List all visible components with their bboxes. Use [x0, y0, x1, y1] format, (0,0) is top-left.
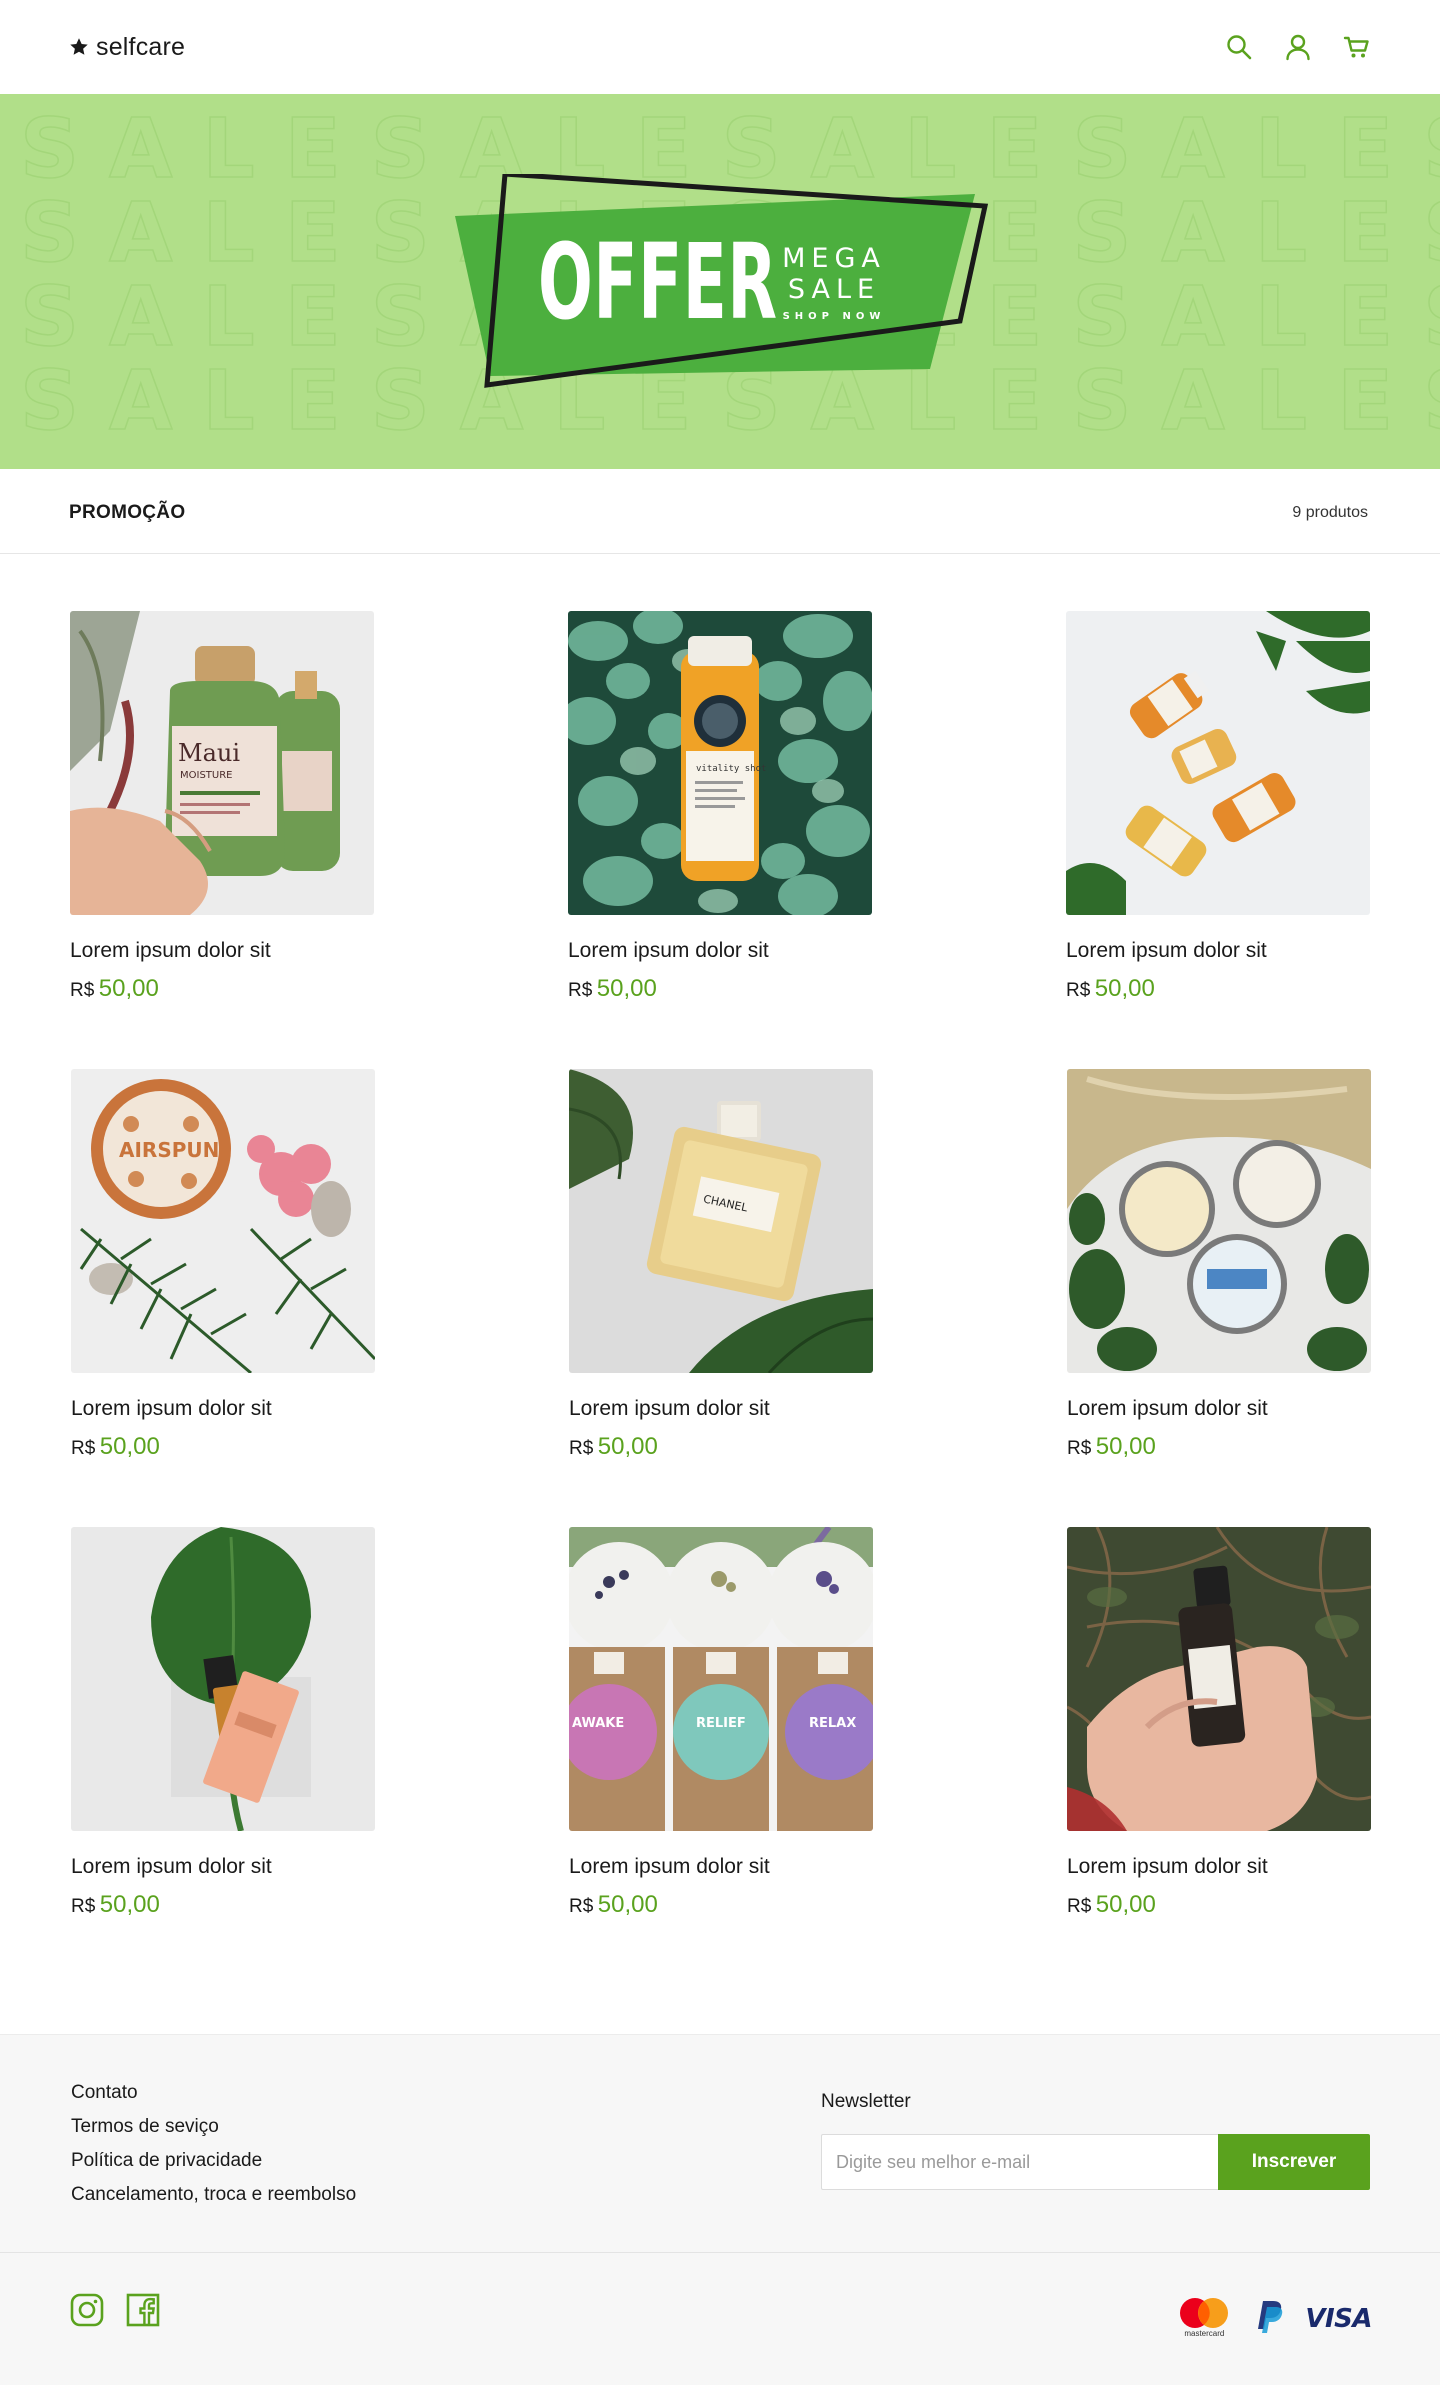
product-card[interactable]: Lorem ipsum dolor sit R$ 50,00 [1066, 611, 1370, 1007]
product-image[interactable] [1066, 611, 1370, 915]
paypal-logo [1255, 2299, 1285, 2340]
product-card[interactable]: CHANEL Lorem ipsum dolor sit R$ 50,00 [569, 1069, 873, 1465]
svg-text:Maui: Maui [178, 739, 240, 767]
instagram-link[interactable] [69, 2292, 105, 2328]
product-price: R$ 50,00 [70, 975, 159, 1002]
product-name[interactable]: Lorem ipsum dolor sit [70, 938, 374, 964]
site-footer: Contato Termos de seviço Política de pri… [0, 2034, 1440, 2385]
brand-logo[interactable]: selfcare [68, 32, 185, 62]
svg-text:RELAX: RELAX [809, 1716, 856, 1731]
product-price: R$ 50,00 [71, 1433, 160, 1460]
subscribe-button[interactable]: Inscrever [1218, 2134, 1370, 2190]
product-card[interactable]: vitality shot Lorem ipsum dolor sit R$ 5… [568, 611, 872, 1007]
footer-link-cancelamento[interactable]: Cancelamento, troca e reembolso [71, 2178, 356, 2212]
section-title: PROMOÇÃO [69, 502, 186, 523]
product-price: R$ 50,00 [1067, 1433, 1156, 1460]
product-image[interactable]: Maui MOISTURE [70, 611, 374, 915]
user-icon [1286, 34, 1310, 61]
mastercard-logo: mastercard [1173, 2295, 1235, 2343]
cart-button[interactable] [1342, 32, 1372, 62]
product-image[interactable]: AIRSPUN [71, 1069, 375, 1373]
product-name[interactable]: Lorem ipsum dolor sit [1067, 1396, 1371, 1422]
product-image[interactable]: AWAKE RELIEF RELAX [569, 1527, 873, 1831]
product-image[interactable]: CHANEL [569, 1069, 873, 1373]
product-card[interactable]: Lorem ipsum dolor sit R$ 50,00 [1067, 1527, 1371, 1923]
product-name[interactable]: Lorem ipsum dolor sit [569, 1854, 873, 1880]
footer-divider [0, 2252, 1440, 2253]
paypal-icon [1258, 2300, 1283, 2333]
product-price: R$ 50,00 [1067, 1891, 1156, 1918]
facebook-link[interactable] [125, 2292, 161, 2328]
product-price: R$ 50,00 [1066, 975, 1155, 1002]
mega-sale-block: MEGA SALE SHOP NOW [772, 244, 896, 325]
product-name[interactable]: Lorem ipsum dolor sit [1066, 938, 1370, 964]
visa-logo: VISA [1305, 2304, 1372, 2334]
instagram-icon [70, 2293, 104, 2327]
payment-methods: mastercard VISA [1173, 2295, 1372, 2343]
product-name[interactable]: Lorem ipsum dolor sit [569, 1396, 873, 1422]
svg-text:vitality shot: vitality shot [696, 764, 766, 774]
account-button[interactable] [1283, 32, 1313, 62]
footer-link-privacidade[interactable]: Política de privacidade [71, 2144, 356, 2178]
product-price: R$ 50,00 [568, 975, 657, 1002]
product-name[interactable]: Lorem ipsum dolor sit [1067, 1854, 1371, 1880]
product-card[interactable]: Maui MOISTURE Lorem ipsum dolor sit R$ 5… [70, 611, 374, 1007]
newsletter-email-input[interactable] [821, 2134, 1218, 2190]
sale-label: SALE [787, 274, 881, 305]
promo-banner[interactable]: SALESALESALESALESALESALESALESALESALESALE… [0, 94, 1440, 469]
svg-text:MOISTURE: MOISTURE [180, 770, 233, 781]
product-count: 9 produtos [1292, 504, 1368, 521]
product-price: R$ 50,00 [569, 1433, 658, 1460]
social-links [69, 2292, 161, 2328]
newsletter-form: Inscrever [821, 2134, 1370, 2190]
offer-title: OFFER [538, 221, 778, 343]
product-card[interactable]: AIRSPUN Lorem ipsum dolor sit R$ 50,00 [71, 1069, 375, 1465]
product-image[interactable] [1067, 1527, 1371, 1831]
product-card[interactable]: Lorem ipsum dolor sit R$ 50,00 [1067, 1069, 1371, 1465]
shop-now-link[interactable]: SHOP NOW [772, 309, 896, 325]
product-image[interactable]: vitality shot [568, 611, 872, 915]
search-icon [1227, 35, 1252, 60]
product-image[interactable] [1067, 1069, 1371, 1373]
newsletter-label: Newsletter [821, 2091, 911, 2112]
footer-links: Contato Termos de seviço Política de pri… [71, 2076, 356, 2212]
product-price: R$ 50,00 [71, 1891, 160, 1918]
cart-icon [1343, 36, 1369, 58]
product-card[interactable]: Lorem ipsum dolor sit R$ 50,00 [71, 1527, 375, 1923]
brand-name: selfcare [96, 32, 186, 61]
product-name[interactable]: Lorem ipsum dolor sit [71, 1396, 375, 1422]
section-bar: PROMOÇÃO 9 produtos [0, 469, 1440, 554]
mastercard-label: mastercard [1184, 2329, 1225, 2338]
product-name[interactable]: Lorem ipsum dolor sit [71, 1854, 375, 1880]
product-name[interactable]: Lorem ipsum dolor sit [568, 938, 872, 964]
svg-text:RELIEF: RELIEF [696, 1716, 746, 1731]
footer-link-termos[interactable]: Termos de seviço [71, 2110, 356, 2144]
svg-text:AWAKE: AWAKE [572, 1716, 624, 1731]
svg-text:AIRSPUN: AIRSPUN [119, 1138, 219, 1162]
site-header: selfcare [0, 0, 1440, 94]
star-icon [70, 38, 88, 55]
facebook-icon [126, 2293, 160, 2327]
product-price: R$ 50,00 [569, 1891, 658, 1918]
search-button[interactable] [1224, 32, 1254, 62]
footer-link-contato[interactable]: Contato [71, 2076, 356, 2110]
product-image[interactable] [71, 1527, 375, 1831]
product-card[interactable]: AWAKE RELIEF RELAX Lorem ipsum dolor sit… [569, 1527, 873, 1923]
mega-label: MEGA [782, 243, 886, 274]
